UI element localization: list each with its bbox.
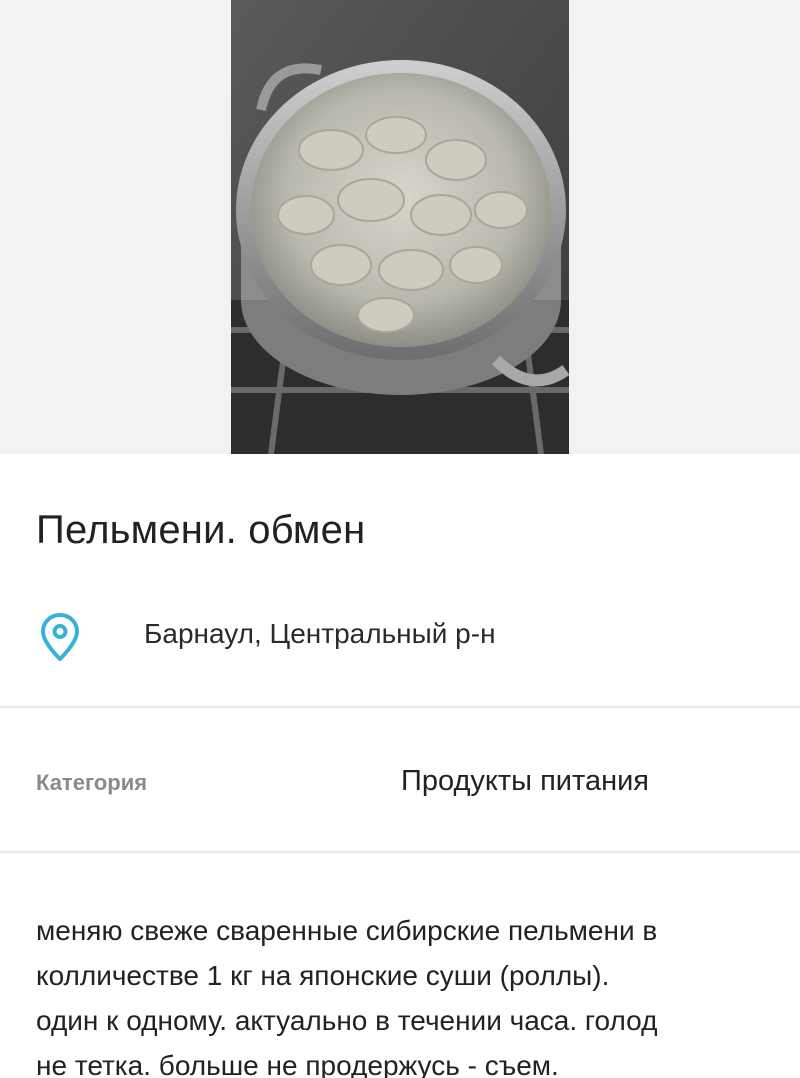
location-text: Барнаул, Центральный р-н (144, 618, 496, 649)
category-row: Категория Продукты питания (0, 708, 800, 851)
listing-description: меняю свеже сваренные сибирские пельмени… (36, 908, 776, 1078)
listing-photo[interactable] (231, 0, 569, 454)
map-pin-icon (40, 612, 80, 662)
listing-title: Пельмени. обмен (36, 508, 366, 552)
category-label: Категория (36, 770, 148, 795)
category-value: Продукты питания (401, 765, 649, 797)
divider (0, 851, 800, 853)
photo-gallery[interactable] (0, 0, 800, 454)
description-line: меняю свеже сваренные сибирские пельмени… (36, 915, 658, 946)
description-line: один к одному. актуально в течении часа.… (36, 1005, 658, 1036)
location-row[interactable]: Барнаул, Центральный р-н (0, 600, 800, 670)
description-line: не тетка. больше не продержусь - съем. (36, 1050, 559, 1078)
description-line: колличестве 1 кг на японские суши (роллы… (36, 960, 610, 991)
